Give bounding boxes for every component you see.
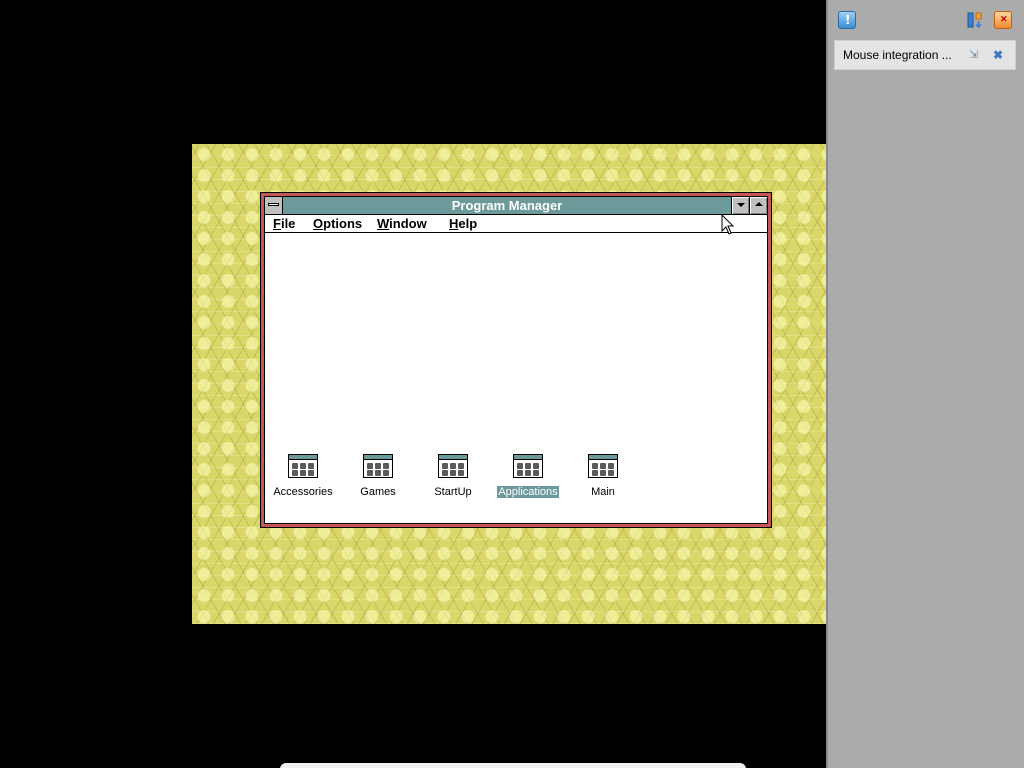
title-bar[interactable]: Program Manager: [265, 197, 767, 215]
program-manager-window[interactable]: Program Manager File Options Window Help: [260, 192, 772, 528]
group-startup[interactable]: StartUp: [415, 454, 491, 502]
menu-file[interactable]: File: [273, 215, 295, 232]
menu-options[interactable]: Options: [313, 215, 362, 232]
pin-icon[interactable]: ⇲: [969, 49, 981, 61]
program-group-icon: [513, 454, 543, 478]
group-label: Accessories: [273, 486, 333, 498]
group-games[interactable]: Games: [340, 454, 416, 502]
notification-toolbar: [828, 0, 1024, 38]
program-group-icon: [288, 454, 318, 478]
details-icon[interactable]: [966, 11, 984, 29]
menu-window[interactable]: Window: [377, 215, 427, 232]
notification-icon[interactable]: [838, 11, 856, 29]
window-title: Program Manager: [451, 198, 563, 213]
host-notification-panel: Mouse integration ... ⇲ ✖: [826, 0, 1024, 768]
maximize-arrow-icon: [755, 202, 763, 206]
menu-help[interactable]: Help: [449, 215, 477, 232]
group-main[interactable]: Main: [565, 454, 641, 502]
group-label: StartUp: [434, 486, 472, 498]
minimize-button[interactable]: [731, 197, 749, 214]
group-label-selected: Applications: [497, 486, 559, 498]
notification-item[interactable]: Mouse integration ... ⇲ ✖: [834, 40, 1016, 70]
maximize-button[interactable]: [749, 197, 767, 214]
program-manager-client-area[interactable]: Accessories Games StartUp Applications M…: [265, 233, 767, 523]
program-group-icon: [363, 454, 393, 478]
group-label: Main: [591, 486, 615, 498]
mouse-pointer-icon: [721, 214, 735, 235]
minimize-arrow-icon: [737, 203, 745, 207]
program-group-icon: [438, 454, 468, 478]
host-screen: Program Manager File Options Window Help: [0, 0, 1024, 768]
menu-bar: File Options Window Help: [265, 215, 767, 233]
system-menu-icon: [268, 203, 279, 206]
bottom-edge-strip: [280, 763, 746, 768]
group-applications[interactable]: Applications: [490, 454, 566, 502]
close-all-icon[interactable]: [994, 11, 1012, 29]
notification-text: Mouse integration ...: [843, 48, 952, 62]
program-group-icon: [588, 454, 618, 478]
group-accessories[interactable]: Accessories: [265, 454, 341, 502]
group-label: Games: [360, 486, 396, 498]
dismiss-icon[interactable]: ✖: [993, 49, 1005, 61]
system-menu-button[interactable]: [265, 197, 283, 214]
